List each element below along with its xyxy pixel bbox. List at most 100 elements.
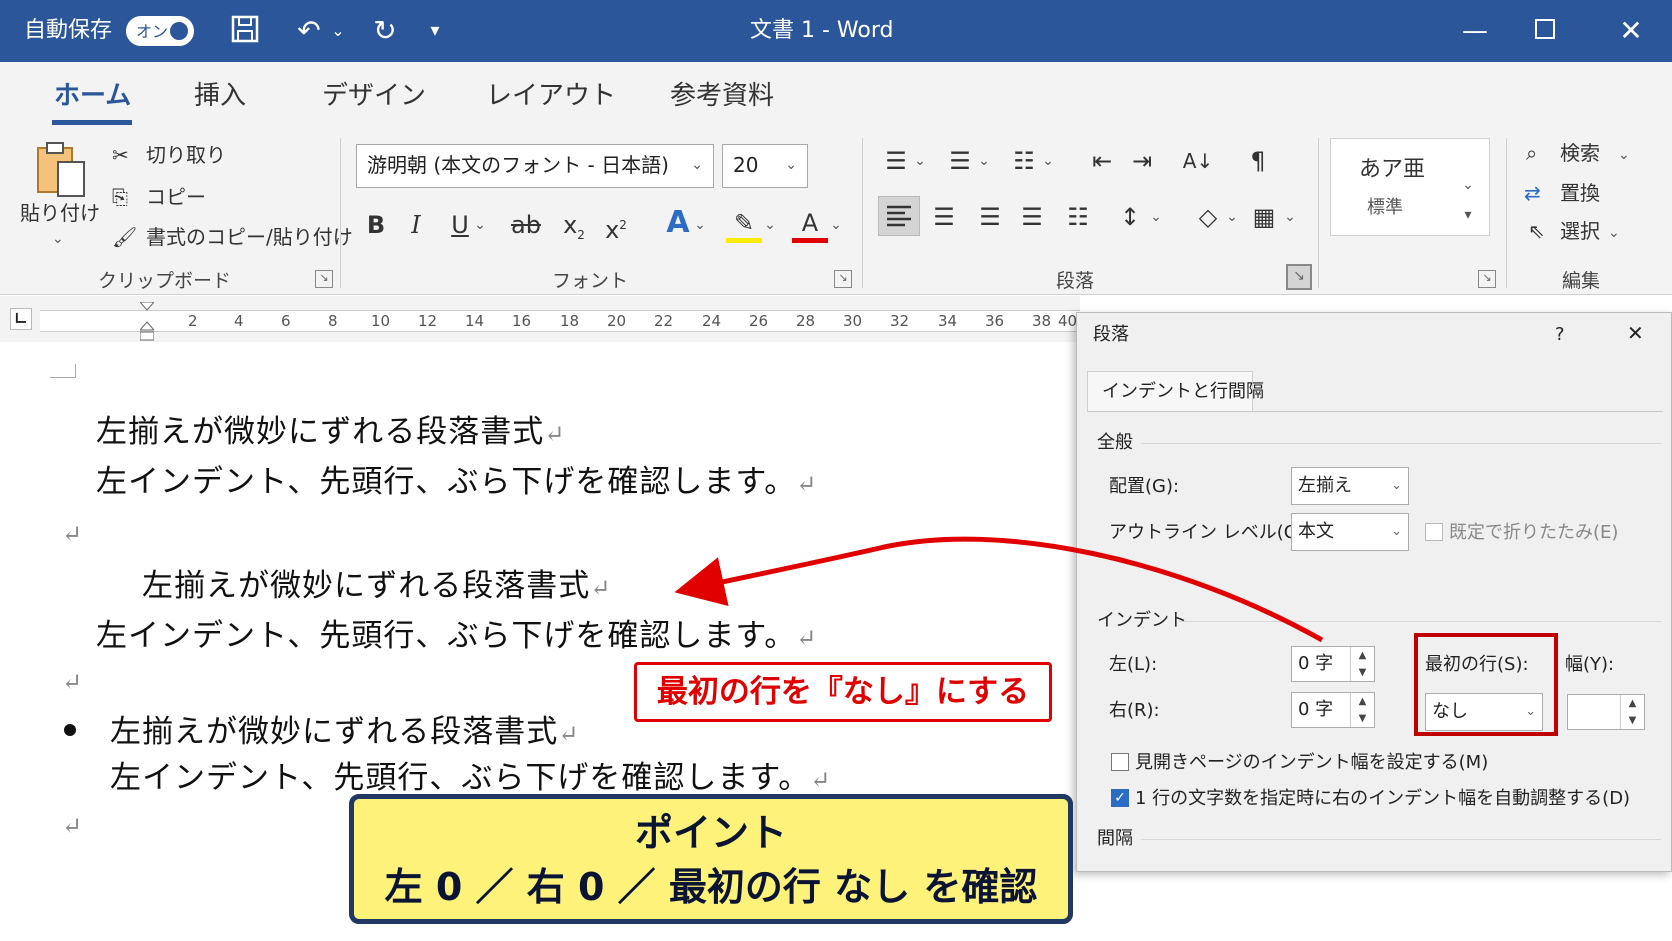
outline-level-select[interactable]: 本文 ⌄ <box>1291 513 1409 551</box>
mirror-indent-label: 見開きページのインデント幅を設定する(M) <box>1135 752 1489 773</box>
paste-icon[interactable] <box>34 140 88 200</box>
autosave-toggle[interactable]: オン <box>126 16 194 46</box>
horizontal-ruler[interactable]: ∟ 2 4 6 8 10 12 14 16 18 20 22 24 26 28 … <box>0 296 1080 342</box>
italic-icon[interactable]: I <box>398 210 434 240</box>
indent-by-label: 幅(Y): <box>1565 654 1615 675</box>
doc-line-4[interactable]: 左インデント、先頭行、ぶら下げを確認します。↵ <box>96 610 817 655</box>
collapsed-checkbox[interactable] <box>1425 523 1443 541</box>
distributed-icon[interactable]: ☷ <box>1060 202 1096 232</box>
highlight-dropdown-icon[interactable]: ⌄ <box>762 210 778 240</box>
redo-icon[interactable]: ↻ <box>368 14 402 48</box>
align-center-icon[interactable]: ☰ <box>926 202 962 232</box>
clipboard-launcher-icon[interactable]: ↘ <box>315 270 333 288</box>
close-icon[interactable]: ✕ <box>1627 321 1644 345</box>
select-icon[interactable]: ⇖ <box>1528 218 1545 244</box>
paste-dropdown-icon[interactable]: ⌄ <box>52 226 64 252</box>
right-indent-spinner[interactable]: 0 字 ▲ ▼ <box>1291 692 1375 728</box>
find-dropdown-icon[interactable]: ⌄ <box>1618 142 1630 168</box>
replace-button[interactable]: 置換 <box>1560 180 1600 206</box>
tab-home[interactable]: ホーム <box>54 78 131 114</box>
replace-icon[interactable]: ⇄ <box>1524 180 1541 206</box>
tab-references[interactable]: 参考資料 <box>670 78 774 114</box>
undo-icon[interactable]: ↶ <box>292 14 326 48</box>
text-effects-icon[interactable]: A <box>660 208 696 238</box>
copy-button[interactable]: コピー <box>146 184 206 210</box>
paste-button[interactable]: 貼り付け <box>20 200 100 226</box>
font-launcher-icon[interactable]: ↘ <box>834 270 852 288</box>
borders-icon[interactable]: ▦ <box>1246 202 1282 232</box>
font-color-icon[interactable]: A <box>792 208 828 243</box>
numbering-icon[interactable]: ☰ <box>942 146 978 176</box>
cut-button[interactable]: 切り取り <box>146 142 226 168</box>
indent-marker-icon[interactable] <box>138 301 156 342</box>
minimize-icon[interactable]: — <box>1458 14 1492 48</box>
chevron-down-icon: ⌄ <box>1391 524 1402 539</box>
font-name-select[interactable]: 游明朝 (本文のフォント - 日本語) ⌄ <box>356 144 714 188</box>
format-painter-button[interactable]: 書式のコピー/貼り付け <box>146 224 353 250</box>
tab-layout[interactable]: レイアウト <box>486 78 616 114</box>
align-right-icon[interactable]: ☰ <box>972 202 1008 232</box>
help-icon[interactable]: ? <box>1555 323 1565 347</box>
format-painter-icon[interactable]: 🖌 <box>112 224 137 250</box>
shading-icon[interactable]: ◇ <box>1190 202 1226 232</box>
spinner-arrows-icon: ▲ ▼ <box>1350 693 1374 727</box>
copy-icon[interactable]: ⎘ <box>112 184 128 210</box>
highlight-icon[interactable]: ✎ <box>726 208 762 243</box>
align-left-button[interactable] <box>878 196 920 236</box>
select-dropdown-icon[interactable]: ⌄ <box>1608 220 1620 246</box>
multilevel-dropdown-icon[interactable]: ⌄ <box>1040 146 1056 176</box>
mirror-indent-checkbox[interactable] <box>1111 753 1129 771</box>
customize-qat-icon[interactable]: ▾ <box>418 14 452 48</box>
left-indent-spinner[interactable]: 0 字 ▲ ▼ <box>1291 646 1375 682</box>
doc-line-6[interactable]: 左インデント、先頭行、ぶら下げを確認します。↵ <box>110 752 831 797</box>
tab-design[interactable]: デザイン <box>322 78 426 114</box>
chevron-down-icon: ⌄ <box>691 157 703 173</box>
find-button[interactable]: 検索 <box>1560 140 1600 166</box>
decrease-indent-icon[interactable]: ⇤ <box>1084 146 1120 176</box>
line-spacing-dropdown-icon[interactable]: ⌄ <box>1148 202 1164 232</box>
indent-by-spinner[interactable]: ▲ ▼ <box>1567 694 1645 730</box>
text-effects-dropdown-icon[interactable]: ⌄ <box>692 210 708 240</box>
multilevel-list-icon[interactable]: ☷ <box>1006 146 1042 176</box>
bold-icon[interactable]: B <box>358 210 394 240</box>
close-window-icon[interactable]: ✕ <box>1614 14 1648 48</box>
paragraph-launcher-icon[interactable]: ↘ <box>1286 264 1312 290</box>
line-spacing-icon[interactable]: ↕ <box>1112 202 1148 232</box>
increase-indent-icon[interactable]: ⇥ <box>1124 146 1160 176</box>
highlight-box <box>1414 633 1558 736</box>
find-icon[interactable]: ⌕ <box>1526 140 1537 166</box>
underline-dropdown-icon[interactable]: ⌄ <box>472 210 488 240</box>
undo-dropdown-icon[interactable]: ⌄ <box>330 14 346 48</box>
save-icon[interactable] <box>228 14 262 48</box>
ruler-number: 2 <box>188 312 198 330</box>
show-marks-icon[interactable]: ¶ <box>1240 146 1276 176</box>
font-color-dropdown-icon[interactable]: ⌄ <box>828 210 844 240</box>
doc-line-5[interactable]: 左揃えが微妙にずれる段落書式↵ <box>110 706 579 751</box>
doc-line-1[interactable]: 左揃えが微妙にずれる段落書式↵ <box>96 406 565 451</box>
sort-icon[interactable]: A↓ <box>1180 146 1216 176</box>
superscript-icon[interactable]: x2 <box>598 210 634 245</box>
tab-insert[interactable]: 挿入 <box>194 78 246 114</box>
cut-icon[interactable]: ✂ <box>112 142 129 168</box>
styles-scroll-down-icon[interactable]: ⌄ <box>1458 170 1478 200</box>
justify-icon[interactable]: ☰ <box>1014 202 1050 232</box>
shading-dropdown-icon[interactable]: ⌄ <box>1224 202 1240 232</box>
doc-line-3[interactable]: 左揃えが微妙にずれる段落書式↵ <box>142 560 611 605</box>
select-button[interactable]: 選択 <box>1560 218 1600 244</box>
borders-dropdown-icon[interactable]: ⌄ <box>1282 202 1298 232</box>
strikethrough-icon[interactable]: ab <box>508 210 544 240</box>
subscript-icon[interactable]: x2 <box>556 210 592 250</box>
maximize-icon[interactable] <box>1528 14 1562 48</box>
tab-indent-spacing[interactable]: インデントと行間隔 <box>1087 371 1264 411</box>
spinner-arrows-icon: ▲ ▼ <box>1350 647 1374 681</box>
tab-selector-icon[interactable]: ∟ <box>10 308 32 330</box>
numbering-dropdown-icon[interactable]: ⌄ <box>976 146 992 176</box>
auto-adjust-checkbox[interactable]: ✓ <box>1111 789 1129 807</box>
doc-line-2[interactable]: 左インデント、先頭行、ぶら下げを確認します。↵ <box>96 456 817 501</box>
bullets-icon[interactable]: ☰ <box>878 146 914 176</box>
alignment-select[interactable]: 左揃え ⌄ <box>1291 467 1409 505</box>
styles-launcher-icon[interactable]: ↘ <box>1478 270 1496 288</box>
styles-more-icon[interactable]: ▾ <box>1458 200 1478 230</box>
font-size-select[interactable]: 20 ⌄ <box>722 144 808 188</box>
bullets-dropdown-icon[interactable]: ⌄ <box>912 146 928 176</box>
